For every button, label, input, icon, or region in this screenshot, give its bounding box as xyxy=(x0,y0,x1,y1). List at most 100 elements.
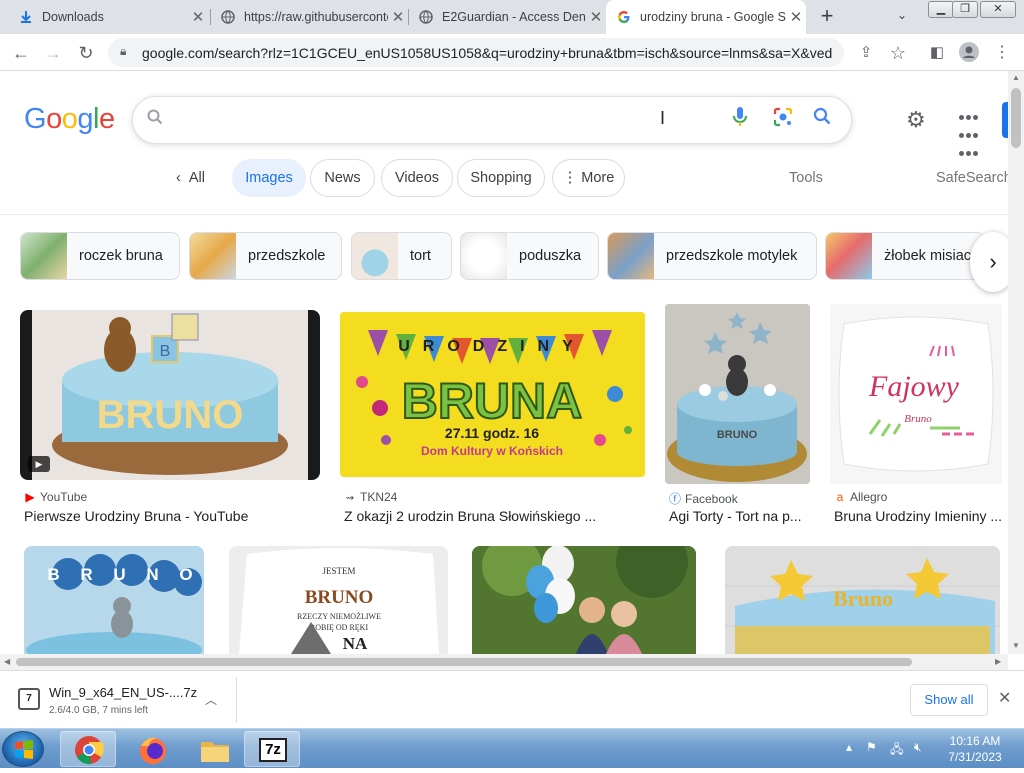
action-center-flag-icon[interactable]: ⚑ xyxy=(866,740,877,754)
show-all-button[interactable]: Show all xyxy=(910,684,988,716)
image-result[interactable]: JESTEM BRUNO RZECZY NIEMOŻLIWE ROBIĘ OD … xyxy=(229,546,448,654)
file-explorer-taskbar-button[interactable] xyxy=(186,731,242,767)
result-source[interactable]: ⓕ Facebook xyxy=(669,490,738,507)
close-tab-icon[interactable]: ✕ xyxy=(188,8,208,26)
tab-github[interactable]: https://raw.githubusercontent ✕ xyxy=(210,0,408,34)
result-title[interactable]: Z okazji 2 urodzin Bruna Słowińskiego ..… xyxy=(344,508,644,524)
image-result[interactable]: Bruno xyxy=(725,546,1000,654)
result-title[interactable]: Pierwsze Urodziny Bruna - YouTube xyxy=(24,508,320,524)
search-submit-icon[interactable] xyxy=(809,107,835,133)
url-text[interactable]: google.com/search?rlz=1C1GCEU_enUS1058US… xyxy=(142,45,832,61)
related-chip-przedszkole-motylek[interactable]: przedszkole motylek xyxy=(607,232,817,280)
chevron-up-icon[interactable]: ︿ xyxy=(205,691,217,708)
forward-arrow-icon[interactable]: → xyxy=(42,42,64,64)
google-apps-grid-icon[interactable] xyxy=(958,109,982,156)
system-clock[interactable]: 10:16 AM 7/31/2023 xyxy=(944,733,1006,765)
safesearch-button[interactable]: SafeSearch xyxy=(936,170,1012,186)
result-source[interactable]: ▶ YouTube xyxy=(24,490,87,504)
image-result[interactable] xyxy=(472,546,696,654)
share-icon[interactable]: ⇪ xyxy=(855,42,877,64)
tab-google-search[interactable]: urodziny bruna - Google Search ✕ xyxy=(606,0,806,34)
maximize-button[interactable]: ❐ xyxy=(952,1,978,18)
scroll-left-arrow-icon[interactable]: ◀ xyxy=(4,657,10,666)
lock-icon[interactable]: 🔒︎ xyxy=(120,44,126,59)
result-source[interactable]: a Allegro xyxy=(834,490,888,504)
tab-title: https://raw.githubusercontent xyxy=(244,10,388,24)
7zip-taskbar-button[interactable]: 7z xyxy=(244,731,300,767)
new-tab-button[interactable]: + xyxy=(816,5,838,29)
minimize-button[interactable]: ▁ xyxy=(928,1,954,18)
image-result[interactable]: URODZINY BRUNA 27.11 godz. 16 Dom Kultur… xyxy=(340,312,645,532)
related-chip-przedszkole[interactable]: przedszkole xyxy=(189,232,342,280)
chrome-taskbar-button[interactable] xyxy=(60,731,116,767)
profile-avatar-icon[interactable] xyxy=(958,42,980,64)
image-result[interactable]: BRUNO ⓕ Facebook Agi Torty - Tort na p... xyxy=(665,304,810,532)
scroll-right-arrow-icon[interactable]: ▶ xyxy=(995,657,1001,666)
result-image[interactable]: B R U N O xyxy=(24,546,204,654)
volume-muted-icon[interactable]: 🔇︎ xyxy=(914,740,922,755)
tab-e2guardian[interactable]: E2Guardian - Access Denied ✕ xyxy=(408,0,606,34)
chevron-left-icon: ‹ xyxy=(176,170,181,186)
image-result[interactable]: BRUNO B ▶ ▶ YouTube Pierwsze Urodziny Bru… xyxy=(20,310,320,530)
show-hidden-icons-icon[interactable]: ▴ xyxy=(846,740,852,754)
tab-videos[interactable]: Videos xyxy=(381,159,453,197)
bookmark-star-icon[interactable]: ☆ xyxy=(887,42,909,64)
tab-title: E2Guardian - Access Denied xyxy=(442,10,586,24)
related-chip-roczek-bruna[interactable]: roczek bruna xyxy=(20,232,180,280)
result-image[interactable]: JESTEM BRUNO RZECZY NIEMOŻLIWE ROBIĘ OD … xyxy=(229,546,448,654)
result-source[interactable]: ⇝ TKN24 xyxy=(344,490,398,504)
tab-news[interactable]: News xyxy=(310,159,375,197)
result-image[interactable]: BRUNO B ▶ xyxy=(20,310,320,480)
source-name: YouTube xyxy=(40,490,88,504)
tab-downloads[interactable]: Downloads ✕ xyxy=(8,0,208,34)
firefox-taskbar-button[interactable] xyxy=(124,731,180,767)
google-lens-camera-icon[interactable] xyxy=(770,107,796,133)
address-bar[interactable]: 🔒︎ google.com/search?rlz=1C1GCEU_enUS105… xyxy=(108,38,844,67)
back-arrow-icon[interactable]: ← xyxy=(10,42,32,64)
source-name: Facebook xyxy=(685,492,738,506)
settings-gear-icon[interactable]: ⚙ xyxy=(906,107,926,133)
scrollbar-thumb[interactable] xyxy=(16,658,912,666)
close-tab-icon[interactable]: ✕ xyxy=(786,8,806,26)
related-chip-poduszka[interactable]: poduszka xyxy=(460,232,599,280)
related-chip-tort[interactable]: tort xyxy=(351,232,452,280)
tab-shopping[interactable]: Shopping xyxy=(457,159,545,197)
tab-more[interactable]: ⋮ More xyxy=(552,159,625,197)
result-image[interactable]: Bruno xyxy=(725,546,1000,654)
reload-icon[interactable]: ↻ xyxy=(75,42,97,64)
image-result[interactable]: B R U N O xyxy=(24,546,204,654)
close-icon[interactable]: ✕ xyxy=(998,688,1011,708)
scroll-up-arrow-icon[interactable]: ▲ xyxy=(1012,73,1020,82)
close-tab-icon[interactable]: ✕ xyxy=(388,8,408,26)
vertical-scrollbar[interactable]: ▲ ▼ xyxy=(1008,71,1024,654)
scroll-down-arrow-icon[interactable]: ▼ xyxy=(1012,641,1020,650)
result-title[interactable]: Agi Torty - Tort na p... xyxy=(669,508,810,524)
google-logo[interactable]: Google xyxy=(24,103,115,136)
search-box[interactable]: I xyxy=(132,96,852,144)
network-icon[interactable]: 🖧︎ xyxy=(890,740,903,761)
result-image[interactable] xyxy=(472,546,696,654)
7z-file-icon[interactable]: 7 xyxy=(18,688,40,710)
tab-images[interactable]: Images xyxy=(232,159,306,197)
tools-button[interactable]: Tools xyxy=(789,170,823,186)
download-filename[interactable]: Win_9_x64_EN_US-....7z xyxy=(49,685,197,700)
result-image[interactable]: BRUNO xyxy=(665,304,810,484)
scrollbar-thumb[interactable] xyxy=(1011,88,1021,148)
image-result[interactable]: Fajowy Bruno a Allegro Bruna Urodziny Imi… xyxy=(830,304,1005,532)
horizontal-scrollbar[interactable]: ◀ ▶ xyxy=(0,654,1008,670)
start-button[interactable] xyxy=(2,731,44,767)
search-input[interactable] xyxy=(175,107,715,133)
close-window-button[interactable]: ✕ xyxy=(980,1,1016,18)
pillow-line: NA xyxy=(343,634,368,653)
result-title[interactable]: Bruna Urodziny Imieniny ... xyxy=(834,508,1006,524)
result-image[interactable]: Fajowy Bruno xyxy=(830,304,1002,484)
video-play-icon: ▶ xyxy=(28,456,50,472)
kebab-menu-icon[interactable]: ⋮ xyxy=(991,42,1013,64)
voice-search-microphone-icon[interactable] xyxy=(727,107,753,133)
close-tab-icon[interactable]: ✕ xyxy=(586,8,606,26)
side-panel-icon[interactable]: ◧ xyxy=(926,42,948,64)
tab-all[interactable]: ‹ All xyxy=(176,170,205,186)
result-image[interactable]: URODZINY BRUNA 27.11 godz. 16 Dom Kultur… xyxy=(340,312,645,477)
tab-search-chevron-icon[interactable]: ⌄ xyxy=(897,8,907,22)
related-chip-zlobek-misiaczek[interactable]: żłobek misiaczek xyxy=(825,232,985,280)
